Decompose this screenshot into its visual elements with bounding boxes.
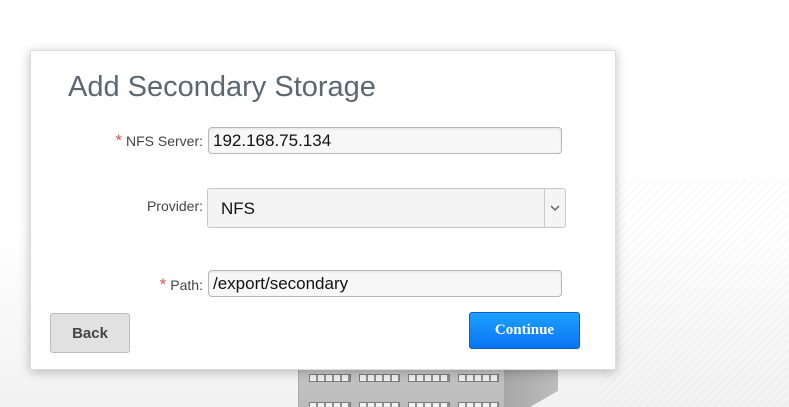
- provider-label: Provider:: [146, 198, 203, 214]
- provider-selected-value: NFS: [221, 199, 255, 218]
- continue-button[interactable]: Continue: [469, 312, 580, 349]
- path-label: * Path:: [159, 275, 203, 294]
- dialog-title: Add Secondary Storage: [68, 71, 376, 103]
- chevron-down-icon[interactable]: [544, 189, 565, 227]
- nfs-server-label: * NFS Server:: [115, 131, 203, 150]
- nfs-server-input[interactable]: [208, 127, 562, 154]
- provider-select[interactable]: NFS: [207, 188, 566, 228]
- path-input[interactable]: [208, 270, 562, 297]
- add-secondary-storage-dialog: Add Secondary Storage *NFS Server: Provi…: [30, 50, 616, 370]
- back-button[interactable]: Back: [50, 313, 130, 353]
- required-mark: *: [115, 131, 122, 150]
- required-mark: *: [159, 275, 167, 294]
- background: Add Secondary Storage *NFS Server: Provi…: [0, 0, 789, 407]
